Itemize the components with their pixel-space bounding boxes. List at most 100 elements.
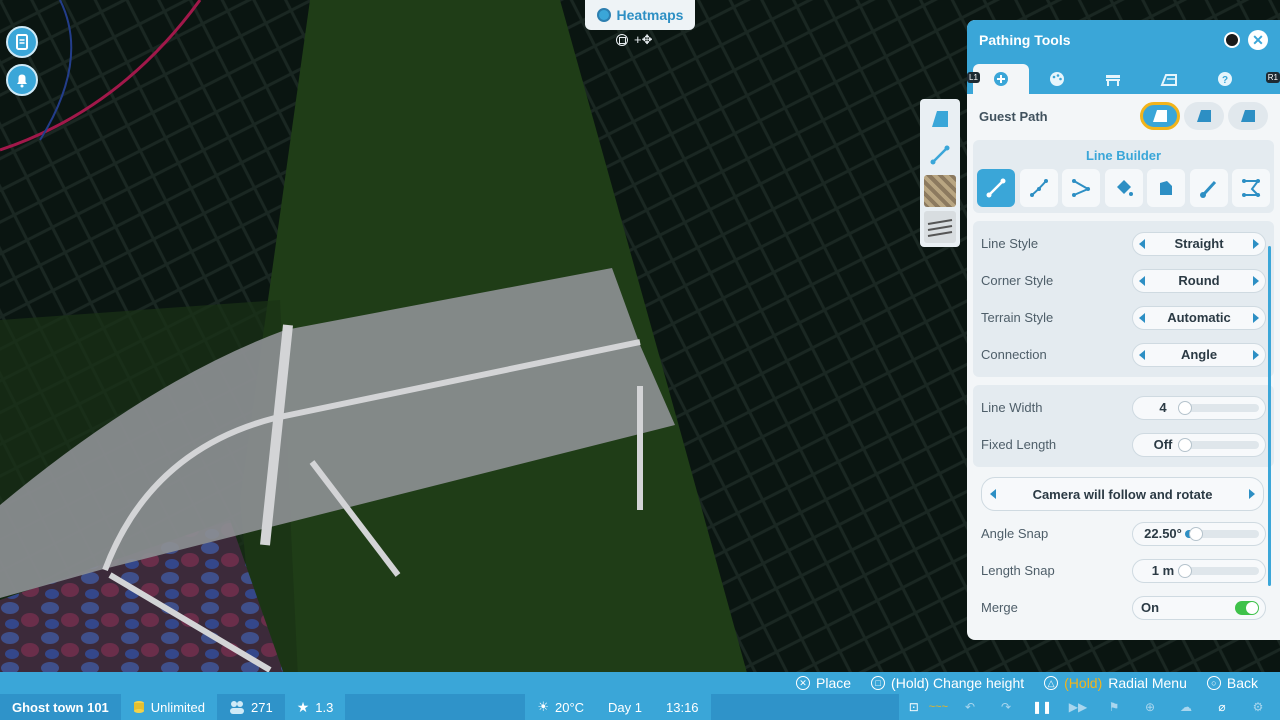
- guest-path-type-1[interactable]: [1140, 102, 1180, 130]
- redo-icon[interactable]: ↷: [992, 697, 1020, 717]
- star-icon: ★: [296, 698, 310, 715]
- arrow-left-icon[interactable]: [1139, 349, 1145, 360]
- touchpad-icon: ⊡: [908, 700, 919, 714]
- undo-icon[interactable]: ↶: [956, 697, 984, 717]
- stamp-icon: [1160, 181, 1172, 195]
- line-tool-straight[interactable]: [977, 169, 1015, 207]
- option-label: Fixed Length: [981, 437, 1057, 452]
- line-builder-button[interactable]: [924, 139, 956, 171]
- tab-scenery[interactable]: [1085, 64, 1141, 94]
- finances[interactable]: Unlimited: [120, 694, 217, 720]
- bezier-icon: [1072, 179, 1091, 197]
- line-builder-section: Line Builder: [973, 140, 1274, 213]
- fast-forward-icon[interactable]: ▶▶: [1064, 697, 1092, 717]
- slider-track[interactable]: [1185, 526, 1259, 541]
- slider-knob[interactable]: [1178, 437, 1192, 452]
- option-value: Angle: [1180, 347, 1218, 362]
- camera-mode-selector[interactable]: Camera will follow and rotate: [981, 477, 1264, 511]
- compass-icon[interactable]: ⊕: [1136, 697, 1164, 717]
- option-line-width: Line Width 4: [973, 389, 1274, 426]
- angle-snap-slider[interactable]: 22.50°: [1132, 521, 1266, 546]
- nodes-icon: [1242, 179, 1261, 197]
- weather[interactable]: ☀ 20°C: [525, 694, 597, 720]
- line-tool-nodes[interactable]: [1232, 169, 1270, 207]
- fixed-length-slider[interactable]: Off: [1132, 432, 1266, 457]
- close-icon[interactable]: ✕: [1248, 30, 1268, 50]
- brush-icon: [1199, 180, 1216, 198]
- pause-icon[interactable]: ❚❚: [1028, 697, 1056, 717]
- park-name-text: Ghost town 101: [12, 699, 109, 715]
- option-label: Merge: [981, 600, 1018, 615]
- hint-back: ○ Back: [1206, 675, 1258, 691]
- tab-decorate[interactable]: [1029, 64, 1085, 94]
- slider-knob[interactable]: [1178, 400, 1192, 415]
- park-name[interactable]: Ghost town 101: [0, 694, 121, 720]
- slider-track[interactable]: [1178, 400, 1259, 415]
- line-tool-fill[interactable]: [1104, 169, 1143, 207]
- status-bar: Ghost town 101 Unlimited 271 ★ 1.3 ☀ 20°…: [0, 694, 1280, 720]
- park-rating[interactable]: ★ 1.3: [284, 694, 346, 720]
- line-icon: [986, 178, 1006, 198]
- weather-icon[interactable]: ☁: [1172, 697, 1200, 717]
- toggle-switch[interactable]: [1235, 600, 1259, 615]
- guest-path-type-2[interactable]: [1184, 102, 1224, 130]
- arrow-left-icon[interactable]: [990, 489, 996, 499]
- panel-header: Pathing Tools ✕: [967, 20, 1280, 60]
- snap-options: Angle Snap 22.50° Length Snap 1 m Merge: [967, 515, 1280, 626]
- arrow-left-icon[interactable]: [1139, 312, 1145, 323]
- cross-button-icon: ✕: [796, 676, 811, 690]
- railing-swatch[interactable]: [924, 211, 956, 243]
- arrow-right-icon[interactable]: [1253, 312, 1259, 323]
- bell-icon: [17, 74, 27, 88]
- line-width-slider[interactable]: 4: [1132, 395, 1266, 420]
- line-tool-curve[interactable]: [1019, 169, 1058, 207]
- arrow-right-icon[interactable]: [1253, 349, 1259, 360]
- arrow-right-icon[interactable]: [1253, 275, 1259, 286]
- panel-scrollbar[interactable]: [1268, 246, 1271, 586]
- tab-help[interactable]: ?: [1197, 64, 1253, 94]
- line-tool-bezier[interactable]: [1062, 169, 1100, 207]
- guests[interactable]: 271: [217, 694, 285, 720]
- slider-knob[interactable]: [1189, 526, 1204, 541]
- hint-label: Back: [1226, 675, 1258, 691]
- help-icon: ?: [1218, 72, 1232, 86]
- temperature: 20°C: [554, 699, 585, 715]
- slider-track[interactable]: [1178, 437, 1259, 452]
- panel-tabs: L1 ? R1: [967, 60, 1280, 94]
- settings-icon[interactable]: ⚙: [1244, 697, 1272, 717]
- arrow-right-icon[interactable]: [1249, 489, 1255, 499]
- path-surface-button[interactable]: [924, 103, 956, 135]
- path-type-icon: [1153, 110, 1167, 122]
- notifications-button[interactable]: [6, 64, 38, 96]
- hint-place: ✕ Place: [796, 675, 851, 691]
- l1-badge: L1: [967, 72, 980, 83]
- line-tool-paint[interactable]: [1189, 169, 1228, 207]
- merge-toggle[interactable]: On: [1132, 595, 1266, 620]
- arrow-left-icon[interactable]: [1139, 275, 1145, 286]
- slider-track[interactable]: [1178, 563, 1259, 578]
- corner-style-selector[interactable]: Round: [1132, 268, 1266, 293]
- heatmaps-button[interactable]: Heatmaps: [585, 0, 695, 30]
- arrow-left-icon[interactable]: [1139, 238, 1145, 249]
- guest-path-row: Guest Path: [967, 94, 1280, 138]
- line-builder-icon: [930, 145, 950, 165]
- texture-swatch[interactable]: [924, 175, 956, 207]
- guest-path-type-3[interactable]: [1228, 102, 1268, 130]
- tab-create[interactable]: [973, 64, 1029, 94]
- arrow-right-icon[interactable]: [1253, 238, 1259, 249]
- connection-selector[interactable]: Angle: [1132, 342, 1266, 367]
- line-tool-stamp[interactable]: [1147, 169, 1185, 207]
- terrain-style-selector[interactable]: Automatic: [1132, 305, 1266, 330]
- path-type-icon: [1197, 110, 1211, 122]
- pin-icon[interactable]: [1224, 32, 1240, 48]
- option-label: Line Width: [981, 400, 1043, 415]
- flag-icon[interactable]: ⚑: [1100, 697, 1128, 717]
- line-style-selector[interactable]: Straight: [1132, 231, 1266, 256]
- tab-queue[interactable]: [1141, 64, 1197, 94]
- clipboard-button[interactable]: [6, 26, 38, 58]
- option-fixed-length: Fixed Length Off: [973, 426, 1274, 463]
- length-snap-slider[interactable]: 1 m: [1132, 558, 1266, 583]
- sun-icon: ☀: [537, 699, 549, 714]
- slider-knob[interactable]: [1178, 563, 1192, 578]
- mouse-icon[interactable]: ⌀: [1208, 697, 1236, 717]
